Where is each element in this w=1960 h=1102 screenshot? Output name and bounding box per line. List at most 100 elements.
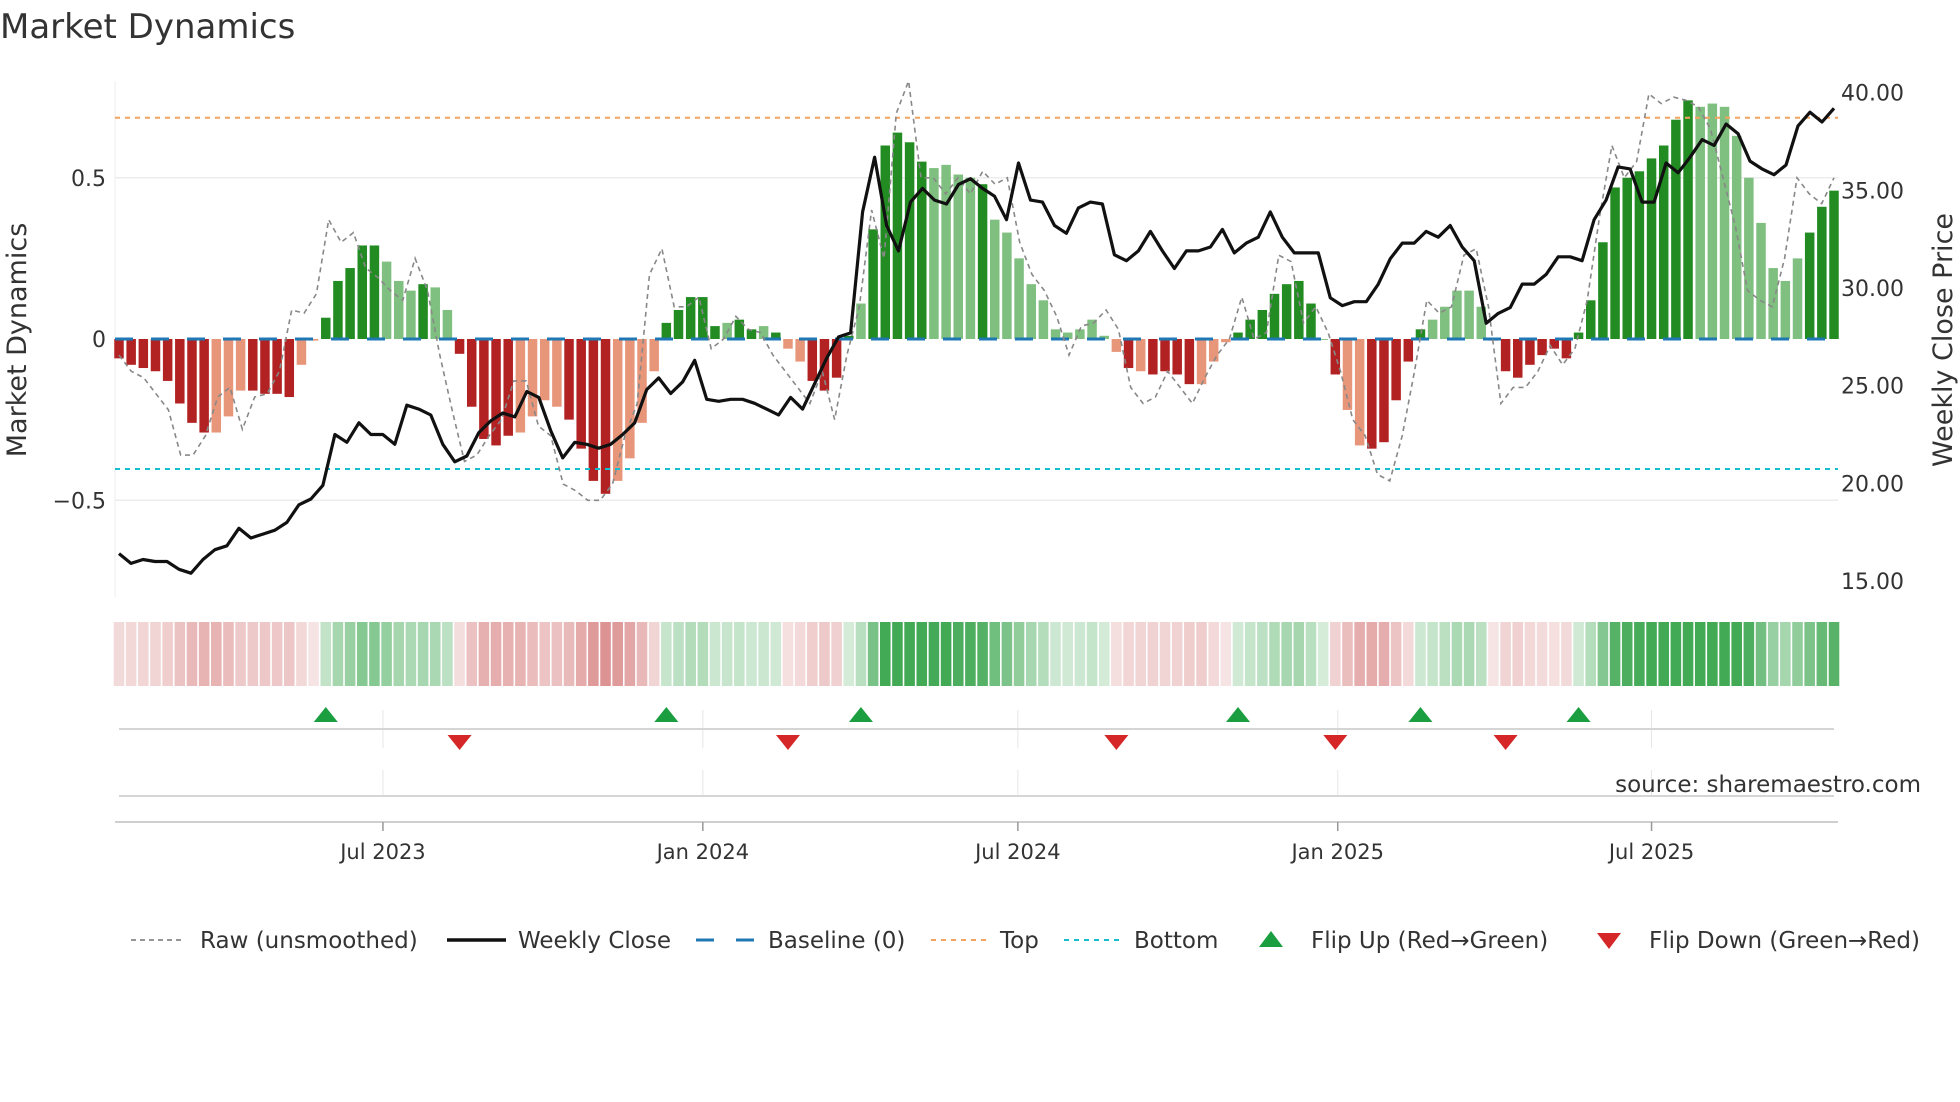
regime-cell <box>1281 622 1292 686</box>
regime-cell <box>952 622 964 686</box>
flip-up-marker <box>1226 707 1251 722</box>
regime-cell <box>758 622 769 686</box>
regime-cell <box>904 622 915 686</box>
momentum-bar <box>929 168 939 339</box>
chart-title: Market Dynamics <box>0 7 295 47</box>
momentum-bar <box>1683 100 1693 339</box>
momentum-bar <box>1671 119 1681 339</box>
legend-flip-up-icon <box>1259 931 1283 947</box>
momentum-bar <box>941 164 951 339</box>
regime-cell <box>782 622 794 686</box>
momentum-bar <box>381 261 392 339</box>
momentum-bar <box>1257 309 1268 339</box>
regime-cell <box>332 622 344 686</box>
momentum-bar <box>369 245 380 339</box>
regime-cell <box>1293 622 1305 686</box>
regime-cell <box>1038 622 1049 686</box>
regime-cell <box>308 622 319 686</box>
right-tick-label: 25.00 <box>1841 375 1904 400</box>
momentum-bar <box>990 219 1000 339</box>
regime-cell <box>211 622 222 686</box>
regime-cell <box>916 622 928 686</box>
momentum-bar <box>1221 339 1231 343</box>
momentum-bar <box>1585 300 1596 339</box>
legend-label: Flip Up (Red→Green) <box>1311 928 1548 954</box>
regime-cell <box>1390 622 1402 686</box>
regime-cell <box>1025 622 1037 686</box>
regime-cell <box>1524 622 1536 686</box>
momentum-bar <box>199 339 209 433</box>
regime-cell <box>1147 622 1159 686</box>
regime-cell <box>575 622 587 686</box>
regime-cell <box>648 622 660 686</box>
momentum-bar <box>284 339 295 398</box>
legend: Raw (unsmoothed) Weekly Close Baseline (0)… <box>131 928 1920 954</box>
regime-cell <box>636 622 648 686</box>
flip-down-marker <box>1323 735 1348 750</box>
legend-label: Baseline (0) <box>768 928 905 954</box>
left-tick-label: 0.5 <box>71 167 106 192</box>
regime-cell <box>1512 622 1524 686</box>
main-plot: 0.5 0 −0.5 40.00 35.00 30.00 25.00 20.00 15.00 <box>53 80 1904 597</box>
momentum-bar <box>406 290 416 339</box>
flip-up-marker <box>654 707 679 722</box>
momentum-bar <box>1038 300 1049 339</box>
flip-up-marker <box>1566 707 1591 722</box>
momentum-bar <box>1829 190 1839 339</box>
regime-cell <box>442 622 453 686</box>
left-axis-label: Market Dynamics <box>2 223 33 458</box>
momentum-bar <box>1792 258 1803 339</box>
legend-label: Top <box>999 928 1039 954</box>
regime-cell <box>709 622 721 686</box>
momentum-bar <box>1768 268 1778 339</box>
momentum-bar <box>600 339 611 494</box>
regime-cell <box>247 622 259 686</box>
regime-cell <box>807 622 818 686</box>
regime-cell <box>1816 622 1828 686</box>
regime-cell <box>1013 622 1025 686</box>
regime-cell <box>855 622 867 686</box>
legend-label: Bottom <box>1134 928 1218 954</box>
regime-cell <box>1427 622 1438 686</box>
momentum-bar <box>357 245 368 339</box>
momentum-bar <box>710 326 720 339</box>
regime-cell <box>417 622 429 686</box>
regime-cell <box>1074 622 1086 686</box>
regime-cell <box>125 622 137 686</box>
momentum-bar <box>1804 232 1815 339</box>
regime-cell <box>1780 622 1791 686</box>
momentum-bar <box>1208 339 1219 362</box>
momentum-bar <box>1464 290 1474 339</box>
regime-cell <box>1500 622 1511 686</box>
momentum-bar <box>612 339 623 481</box>
momentum-bar <box>454 339 465 354</box>
momentum-bar <box>418 284 428 339</box>
regime-cell <box>1731 622 1742 686</box>
regime-cell <box>1123 622 1134 686</box>
momentum-bar <box>539 339 550 401</box>
regime-cell <box>1646 622 1657 686</box>
momentum-bar <box>442 309 453 339</box>
regime-cell <box>296 622 307 686</box>
regime-cell <box>198 622 210 686</box>
regime-cell <box>1208 622 1219 686</box>
momentum-bar <box>661 322 672 339</box>
regime-cell <box>539 622 550 686</box>
momentum-bar <box>649 339 659 372</box>
momentum-bar <box>1391 339 1401 401</box>
regime-cell <box>1767 622 1779 686</box>
momentum-bar <box>138 339 149 369</box>
momentum-bar <box>1525 339 1535 365</box>
regime-cell <box>1488 622 1499 686</box>
regime-cell <box>1597 622 1609 686</box>
regime-cell <box>1098 622 1110 686</box>
momentum-bar <box>1135 339 1146 372</box>
momentum-bar <box>953 174 963 339</box>
momentum-bar <box>576 339 586 449</box>
momentum-bar <box>1622 177 1632 339</box>
regime-cell <box>1135 622 1146 686</box>
left-tick-label: 0 <box>92 328 106 353</box>
x-tick-label: Jul 2025 <box>1607 840 1694 864</box>
regime-cell <box>624 622 636 686</box>
momentum-bar <box>965 177 976 339</box>
